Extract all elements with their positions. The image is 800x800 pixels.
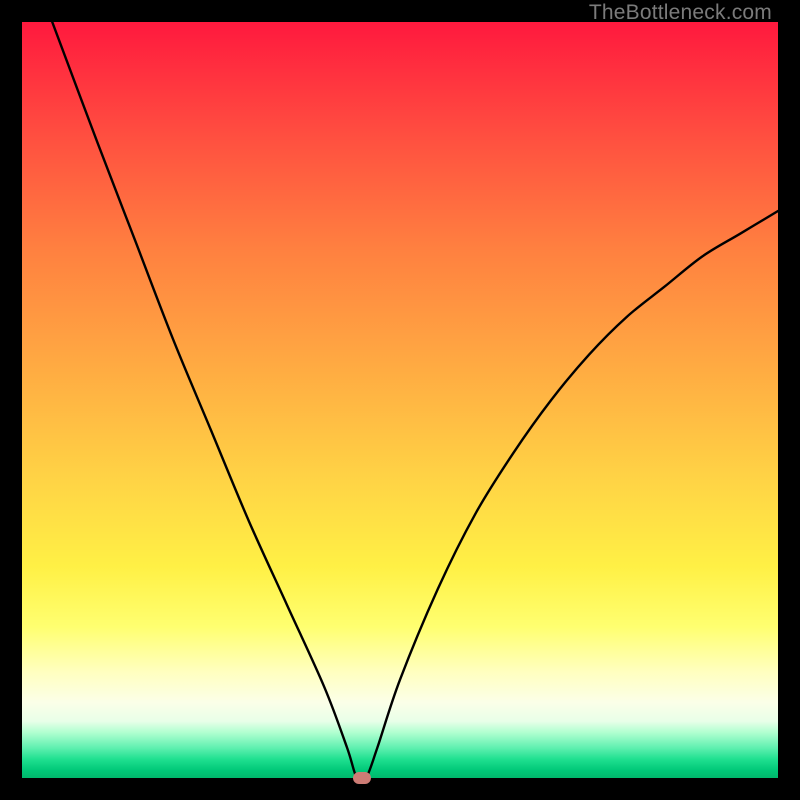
- chart-plot-area: [22, 22, 778, 778]
- bottleneck-curve: [22, 22, 778, 778]
- optimal-marker: [353, 772, 371, 784]
- curve-path: [52, 22, 778, 778]
- attribution-watermark: TheBottleneck.com: [589, 1, 772, 25]
